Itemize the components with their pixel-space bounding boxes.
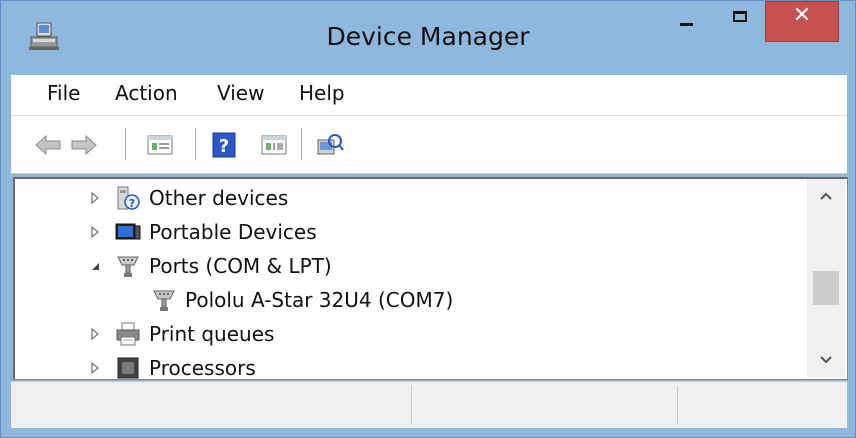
help-button[interactable]: ?: [209, 130, 239, 160]
tree-item-label: Processors: [149, 356, 256, 380]
device-tree[interactable]: ? Other devices Portable Devices Ports (…: [13, 177, 848, 380]
tree-item-label: Other devices: [149, 186, 289, 210]
scan-hardware-icon: [317, 134, 344, 155]
forward-arrow-icon: [71, 134, 97, 156]
scan-hardware-button[interactable]: [315, 130, 345, 160]
toolbar-separator: [195, 128, 196, 160]
back-button[interactable]: [33, 130, 63, 160]
update-driver-button[interactable]: [259, 130, 289, 160]
properties-icon: [147, 135, 173, 155]
tree-item-other-devices[interactable]: ? Other devices: [89, 181, 288, 215]
tree-item-label: Portable Devices: [149, 220, 317, 244]
tree-item-portable-devices[interactable]: Portable Devices: [89, 215, 317, 249]
title-bar[interactable]: Device Manager ✕: [1, 1, 855, 75]
port-connector-icon: [115, 253, 141, 279]
vertical-scrollbar[interactable]: [807, 179, 845, 377]
unknown-device-icon: ?: [115, 185, 141, 211]
toolbar-separator: [125, 128, 126, 160]
expand-arrow-icon[interactable]: [89, 361, 101, 375]
menu-file[interactable]: File: [47, 81, 80, 105]
properties-button[interactable]: [145, 130, 175, 160]
tree-item-print-queues[interactable]: Print queues: [89, 317, 274, 351]
close-button[interactable]: ✕: [765, 1, 839, 42]
tree-item-label: Pololu A-Star 32U4 (COM7): [185, 288, 454, 312]
help-icon: ?: [212, 132, 236, 158]
port-connector-icon: [151, 287, 177, 313]
status-bar: [11, 381, 847, 428]
tree-item-label: Ports (COM & LPT): [149, 254, 332, 278]
scroll-thumb[interactable]: [813, 271, 839, 305]
status-pane: [679, 386, 839, 424]
minimize-icon: [679, 23, 693, 26]
maximize-button[interactable]: [717, 1, 763, 42]
toolbar-separator: [301, 128, 302, 160]
close-icon: ✕: [792, 3, 812, 28]
back-arrow-icon: [35, 134, 61, 156]
forward-button[interactable]: [69, 130, 99, 160]
menu-view[interactable]: View: [217, 81, 264, 105]
chevron-down-icon: [820, 356, 832, 364]
collapse-arrow-icon[interactable]: [89, 259, 101, 273]
tree-item-ports[interactable]: Ports (COM & LPT): [89, 249, 332, 283]
portable-device-icon: [115, 219, 141, 245]
printer-icon: [115, 321, 141, 347]
tree-item-processors[interactable]: Processors: [89, 351, 256, 380]
update-driver-icon: [261, 135, 287, 155]
status-pane: [413, 386, 678, 424]
scroll-down-button[interactable]: [807, 343, 845, 377]
tree-item-label: Print queues: [149, 322, 275, 346]
expand-arrow-icon[interactable]: [89, 225, 101, 239]
menu-bar: File Action View Help: [11, 75, 847, 116]
chevron-up-icon: [820, 192, 832, 200]
menu-action[interactable]: Action: [115, 81, 178, 105]
scroll-up-button[interactable]: [807, 179, 845, 213]
svg-text:?: ?: [219, 136, 229, 157]
status-pane: [11, 386, 412, 424]
expand-arrow-icon[interactable]: [89, 191, 101, 205]
svg-text:?: ?: [129, 197, 135, 210]
device-manager-window: Device Manager ✕ File Action View Help ?…: [0, 0, 856, 438]
toolbar: ?: [11, 116, 847, 174]
menu-help[interactable]: Help: [299, 81, 345, 105]
expand-arrow-icon[interactable]: [89, 327, 101, 341]
minimize-button[interactable]: [663, 1, 709, 42]
processor-icon: [115, 355, 141, 379]
maximize-icon: [733, 11, 747, 22]
tree-item-pololu-a-star[interactable]: Pololu A-Star 32U4 (COM7): [151, 283, 453, 317]
